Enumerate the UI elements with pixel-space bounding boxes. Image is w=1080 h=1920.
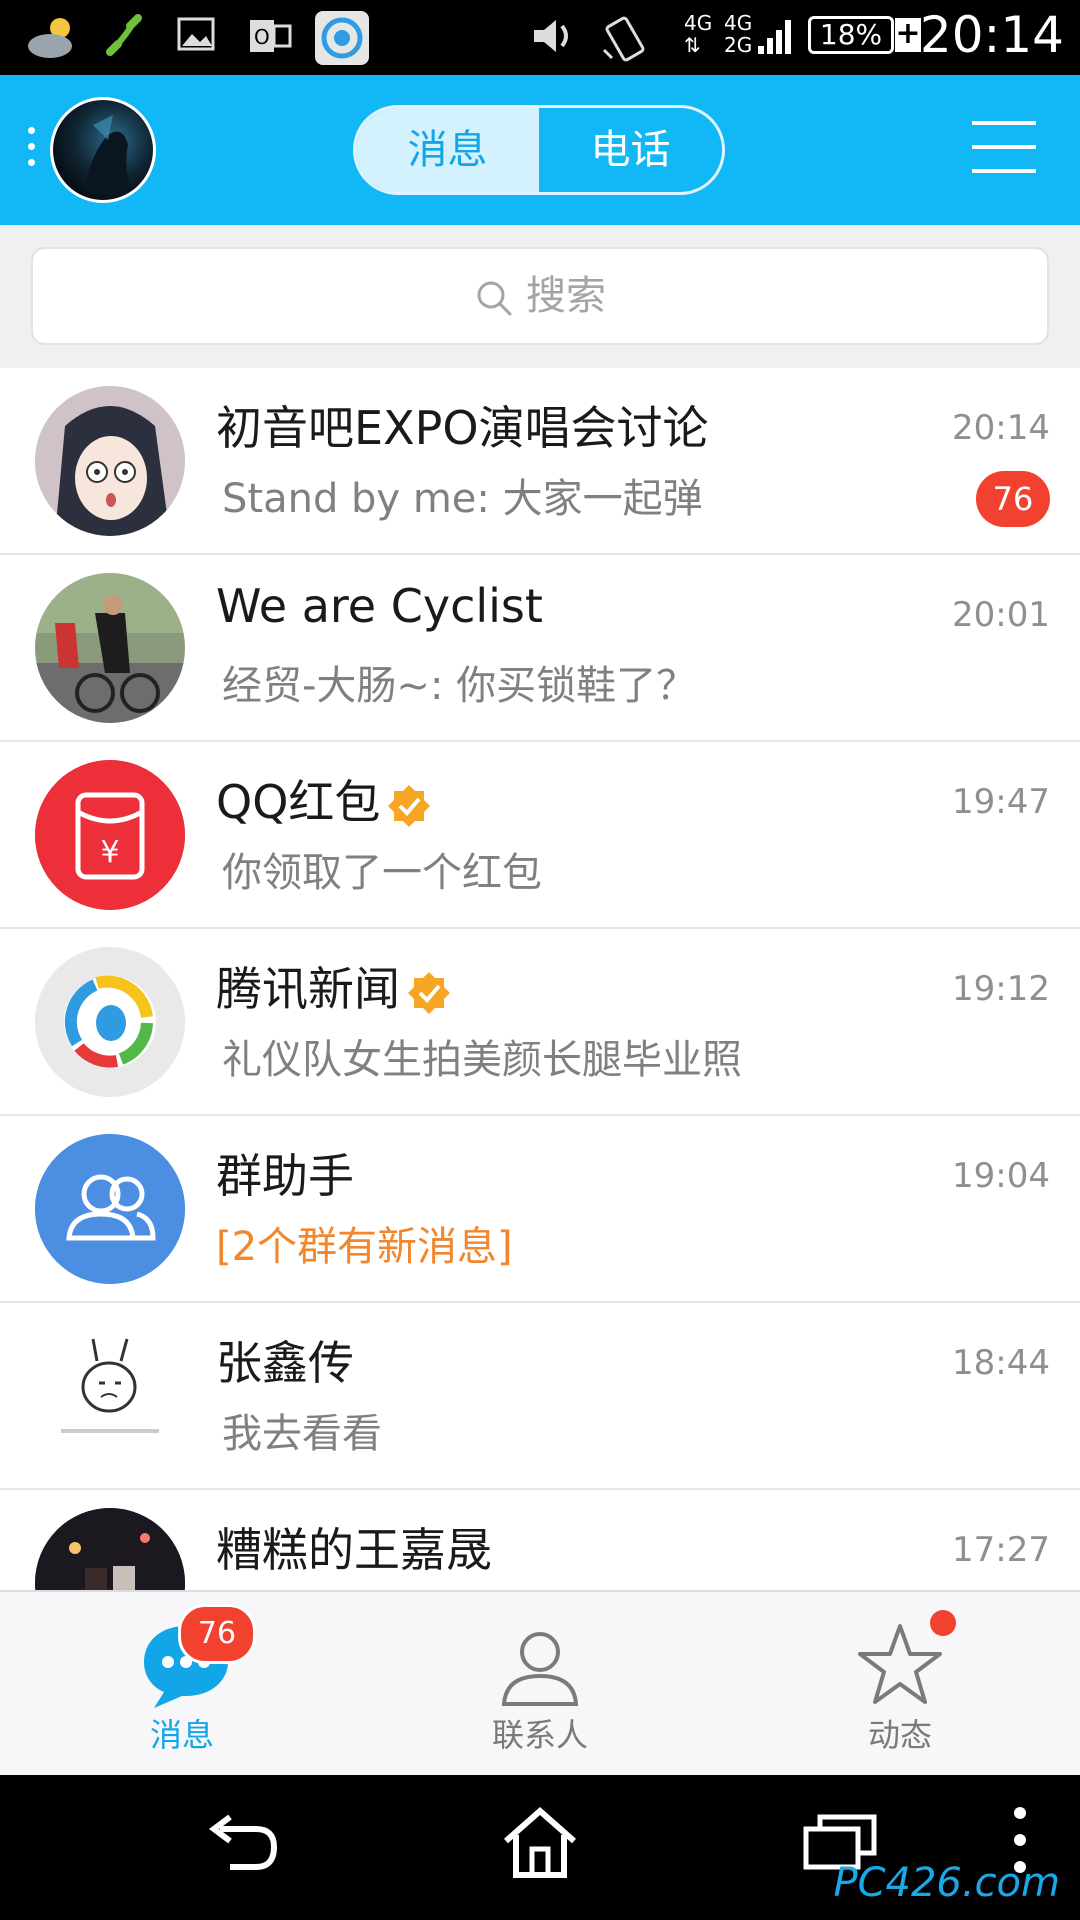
signal-icon (758, 20, 791, 54)
conversation-name: We are Cyclist (216, 579, 543, 633)
verified-icon (408, 971, 450, 1014)
new-activity-dot (930, 1610, 956, 1636)
svg-text:¥: ¥ (100, 835, 119, 870)
tencent-news-avatar (35, 947, 185, 1097)
conversation-time: 20:14 (952, 408, 1050, 448)
conversation-name: 腾讯新闻 (216, 953, 452, 1019)
tab-label: 动态 (867, 1716, 932, 1754)
search-box[interactable]: 搜索 (31, 247, 1049, 345)
header-tab-switch: 消息 电话 (353, 105, 725, 195)
battery-level: 18% (808, 16, 894, 54)
star-icon (858, 1624, 942, 1704)
user-avatar (35, 1321, 185, 1471)
tab-label: 消息 (149, 1716, 214, 1754)
tencent-news-icon (315, 11, 369, 65)
verified-icon (388, 784, 431, 827)
vibrate-icon (602, 16, 645, 62)
conversation-time: 17:27 (952, 1530, 1050, 1570)
tab-contacts[interactable]: 联系人 (430, 1592, 650, 1777)
conversation-row[interactable]: 糟糕的王嘉晟 17:27 (0, 1490, 1080, 1590)
group-avatar (35, 573, 185, 723)
conversation-name: 初音吧EXPO演唱会讨论 (216, 401, 709, 455)
conversation-time: 18:44 (952, 1343, 1050, 1383)
conversation-preview: 我去看看 (222, 1411, 382, 1457)
tab-label: 联系人 (491, 1716, 588, 1754)
conversation-row[interactable]: 初音吧EXPO演唱会讨论 Stand by me: 大家一起弹 20:14 76 (0, 368, 1080, 555)
network-type-top: 4G ⇅ (684, 11, 713, 57)
conversation-list: 初音吧EXPO演唱会讨论 Stand by me: 大家一起弹 20:14 76… (0, 368, 1080, 1590)
back-icon[interactable] (200, 1813, 280, 1877)
volume-icon (534, 20, 568, 52)
status-time: 20:14 (919, 6, 1064, 64)
status-bar: O 4G ⇅ 4G 2G 18% + 20:14 (0, 0, 1080, 75)
outlook-icon: O (250, 20, 292, 52)
conversation-row[interactable]: 群助手 [2个群有新消息] 19:04 (0, 1116, 1080, 1303)
watermark-logo: PC426.com (833, 1860, 1060, 1906)
conversation-name: 糟糕的王嘉晟 (216, 1523, 492, 1577)
conversation-name: QQ红包 (216, 766, 432, 832)
charging-icon: + (895, 16, 921, 52)
conversation-preview: 礼仪队女生拍美颜长腿毕业照 (222, 1037, 742, 1083)
weather-icon (28, 18, 72, 58)
home-icon[interactable] (500, 1805, 580, 1881)
red-packet-avatar: ¥ (35, 760, 185, 910)
conversation-row[interactable]: 腾讯新闻 礼仪队女生拍美颜长腿毕业照 19:12 (0, 929, 1080, 1116)
tab-feed[interactable]: 动态 (790, 1592, 1010, 1777)
system-nav-bar: PC426.com (0, 1775, 1080, 1920)
conversation-time: 19:04 (952, 1156, 1050, 1196)
network-type-bottom: 4G 2G (724, 11, 753, 57)
group-avatar (35, 386, 185, 536)
conversation-time: 19:12 (952, 969, 1050, 1009)
conversation-row[interactable]: ¥ QQ红包 你领取了一个红包 19:47 (0, 742, 1080, 929)
unread-badge: 76 (976, 471, 1050, 527)
search-icon (477, 281, 512, 316)
conversation-time: 20:01 (952, 595, 1050, 635)
user-avatar (35, 1508, 185, 1590)
tab-messages[interactable]: 消息 (356, 108, 539, 192)
contacts-icon (501, 1632, 579, 1706)
conversation-name: 张鑫传 (216, 1336, 354, 1390)
conversation-preview: 你领取了一个红包 (222, 850, 542, 896)
header: 消息 电话 (0, 75, 1080, 225)
conversation-time: 19:47 (952, 782, 1050, 822)
tab-unread-badge: 76 (178, 1604, 256, 1664)
gallery-icon (177, 17, 215, 51)
bottom-tab-bar: 76 消息 联系人 动态 (0, 1590, 1080, 1775)
conversation-preview: 经贸-大肠~: 你买锁鞋了？ (222, 663, 697, 709)
user-avatar[interactable] (50, 97, 156, 203)
svg-text:O: O (254, 25, 270, 49)
tab-calls[interactable]: 电话 (539, 108, 722, 192)
search-area: 搜索 (0, 225, 1080, 368)
phone-icon (106, 14, 142, 56)
conversation-preview: [2个群有新消息] (216, 1224, 513, 1270)
conversation-preview: Stand by me: 大家一起弹 (222, 476, 703, 522)
conversation-row[interactable]: 张鑫传 我去看看 18:44 (0, 1303, 1080, 1490)
conversation-name: 群助手 (216, 1149, 354, 1203)
conversation-row[interactable]: We are Cyclist 经贸-大肠~: 你买锁鞋了？ 20:01 (0, 555, 1080, 742)
overflow-dots-icon[interactable] (28, 127, 36, 175)
group-helper-avatar (35, 1134, 185, 1284)
search-placeholder: 搜索 (526, 273, 606, 319)
menu-icon[interactable] (972, 121, 1036, 193)
tab-messages-bottom[interactable]: 76 消息 (72, 1592, 292, 1777)
